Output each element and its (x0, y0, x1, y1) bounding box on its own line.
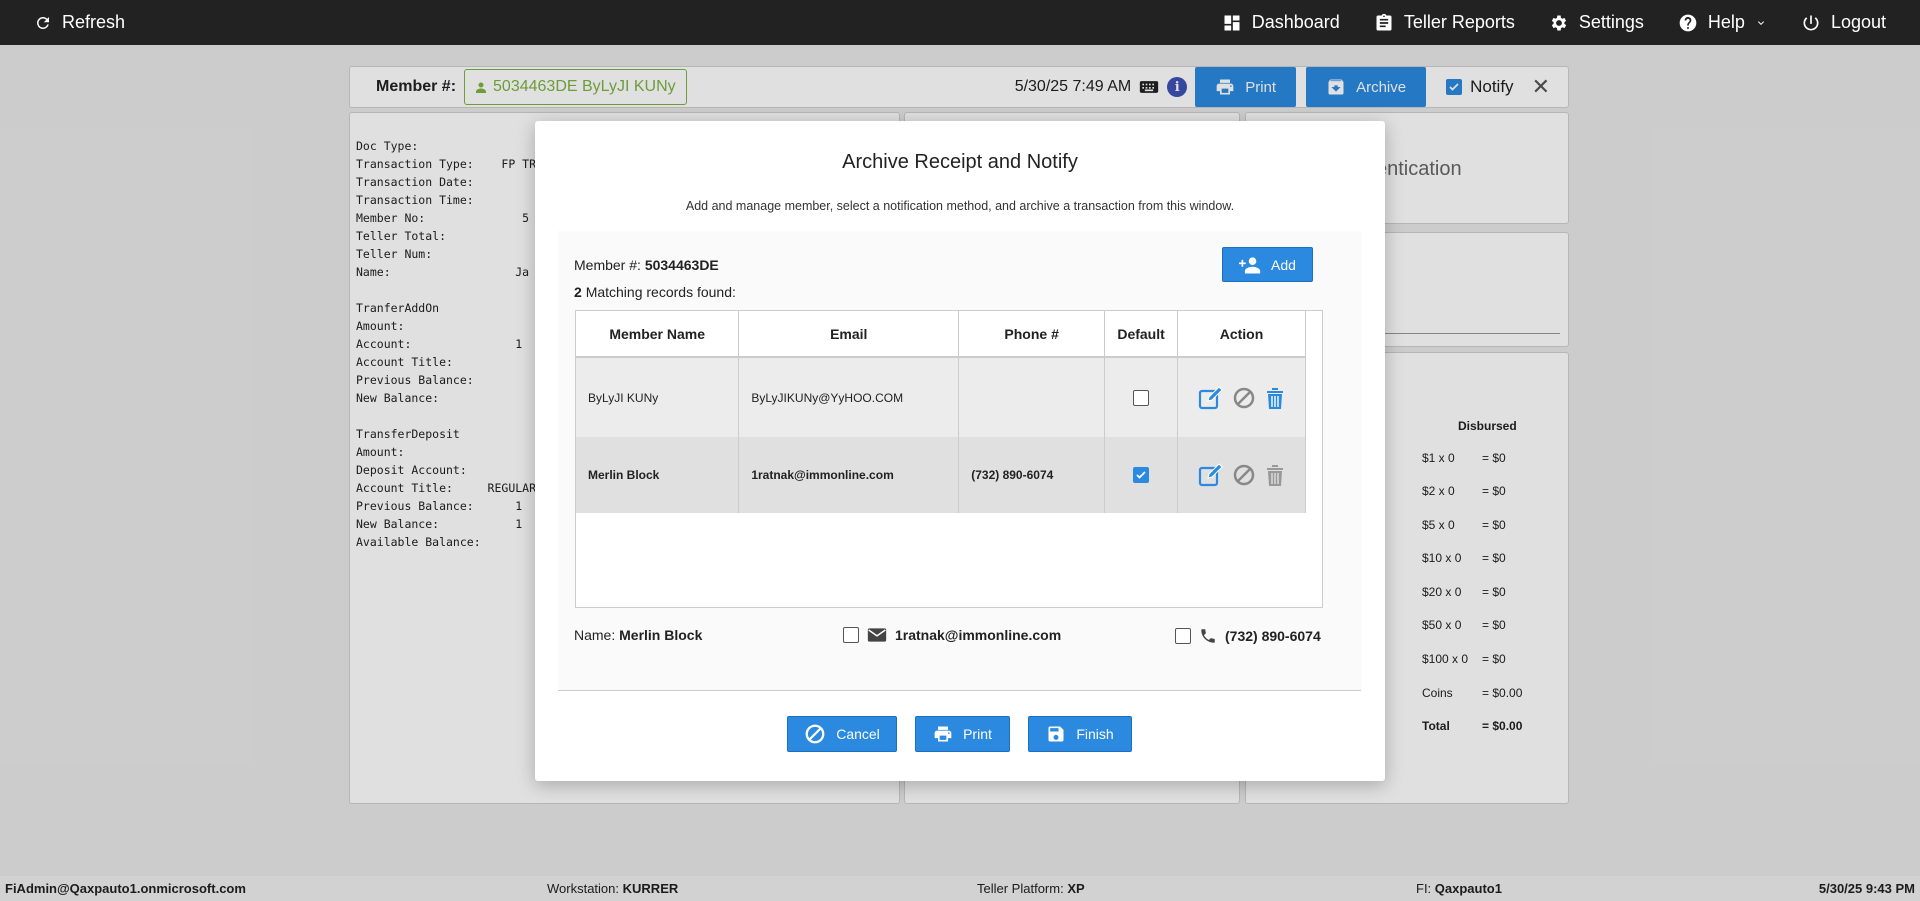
refresh-button[interactable]: Refresh (34, 12, 125, 33)
dialog-member-label: Member #: (574, 257, 641, 273)
row-phone (958, 357, 1106, 437)
column-email[interactable]: Email (738, 311, 960, 358)
match-count-value: 2 (574, 284, 582, 300)
envelope-icon (867, 628, 887, 642)
trash-icon[interactable] (1264, 463, 1286, 487)
dialog-member-number: Member #: 5034463DE (574, 257, 719, 273)
nav-settings[interactable]: Settings (1549, 12, 1644, 33)
member-records-table: Member Name Email Phone # Default Action… (575, 310, 1323, 608)
add-label: Add (1271, 256, 1296, 273)
edit-icon[interactable] (1198, 463, 1224, 487)
dialog-subtitle: Add and manage member, select a notifica… (685, 199, 1235, 213)
row-default (1104, 357, 1179, 437)
match-count-label: Matching records found: (585, 284, 736, 300)
power-icon (1803, 15, 1819, 30)
main-nav: Dashboard Teller Reports Settings Help L… (1188, 12, 1886, 33)
trash-icon[interactable] (1264, 386, 1286, 410)
add-user-icon (1239, 256, 1261, 273)
column-action[interactable]: Action (1177, 311, 1306, 358)
column-default[interactable]: Default (1104, 311, 1179, 358)
email-notify-option: 1ratnak@immonline.com (843, 627, 1061, 643)
block-icon[interactable] (1232, 463, 1256, 487)
column-phone[interactable]: Phone # (958, 311, 1106, 358)
archive-notify-dialog: Archive Receipt and Notify Add and manag… (535, 121, 1385, 781)
row-actions (1177, 437, 1306, 513)
default-checkbox-checked[interactable] (1133, 466, 1150, 483)
match-count: 2 Matching records found: (574, 284, 736, 300)
phone-notify-checkbox[interactable] (1175, 628, 1191, 644)
clipboard-icon (1376, 13, 1392, 31)
nav-logout[interactable]: Logout (1801, 12, 1886, 33)
selected-name-label: Name: (574, 627, 616, 643)
dialog-title: Archive Receipt and Notify (842, 151, 1078, 173)
save-icon (1048, 726, 1064, 742)
phone-icon (1201, 629, 1215, 643)
dashboard-icon (1224, 15, 1240, 30)
email-notify-checkbox[interactable] (843, 627, 859, 643)
help-icon (1679, 14, 1697, 31)
cancel-icon (805, 724, 825, 744)
print-label: Print (963, 726, 992, 742)
nav-teller-reports-label: Teller Reports (1403, 12, 1515, 32)
row-email: ByLyJIKUNy@YyHOO.COM (738, 357, 960, 437)
row-member-name: ByLyJI KUNy (576, 357, 740, 437)
nav-help-label: Help (1707, 12, 1745, 32)
table-row[interactable]: ByLyJI KUNy ByLyJIKUNy@YyHOO.COM (576, 357, 1306, 437)
row-actions (1177, 357, 1306, 437)
phone-notify-option: (732) 890-6074 (1175, 627, 1321, 645)
column-member-name[interactable]: Member Name (576, 311, 740, 358)
selected-member-name: Name: Merlin Block (574, 627, 702, 643)
print-button[interactable]: Print (915, 716, 1010, 752)
nav-dashboard[interactable]: Dashboard (1222, 12, 1340, 33)
printer-icon (934, 726, 952, 742)
row-default (1104, 437, 1179, 513)
nav-teller-reports[interactable]: Teller Reports (1374, 12, 1515, 33)
cancel-label: Cancel (836, 726, 880, 742)
cancel-button[interactable]: Cancel (787, 716, 897, 752)
row-member-name: Merlin Block (576, 437, 740, 513)
refresh-icon (36, 16, 49, 29)
gear-icon (1551, 15, 1567, 30)
nav-settings-label: Settings (1578, 12, 1644, 32)
top-navigation-bar: Refresh Dashboard Teller Reports Setting… (0, 0, 1920, 45)
row-email: 1ratnak@immonline.com (738, 437, 960, 513)
selected-email: 1ratnak@immonline.com (895, 627, 1062, 643)
nav-logout-label: Logout (1830, 12, 1886, 32)
member-records-section: Member #: 5034463DE 2 Matching records f… (558, 231, 1361, 691)
nav-help[interactable]: Help (1678, 12, 1767, 33)
finish-label: Finish (1076, 726, 1114, 742)
row-phone: (732) 890-6074 (958, 437, 1106, 513)
dialog-member-value: 5034463DE (644, 257, 719, 273)
refresh-label: Refresh (62, 12, 126, 32)
default-checkbox[interactable] (1133, 389, 1150, 406)
chevron-down-icon (1757, 20, 1764, 25)
finish-button[interactable]: Finish (1028, 716, 1132, 752)
nav-dashboard-label: Dashboard (1251, 12, 1340, 32)
block-icon[interactable] (1232, 386, 1256, 410)
selected-phone: (732) 890-6074 (1225, 628, 1321, 644)
add-member-button[interactable]: Add (1222, 247, 1313, 282)
edit-icon[interactable] (1198, 385, 1224, 410)
table-header-row: Member Name Email Phone # Default Action (576, 311, 1306, 358)
table-row[interactable]: Merlin Block 1ratnak@immonline.com (732)… (576, 437, 1306, 513)
selected-name-value: Merlin Block (619, 627, 703, 643)
